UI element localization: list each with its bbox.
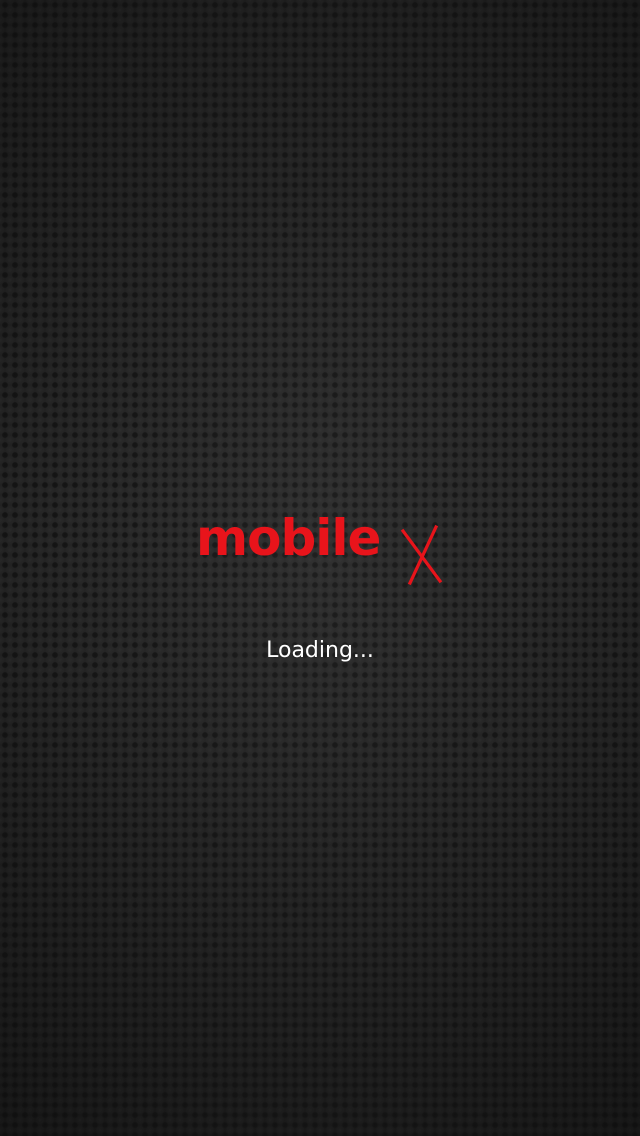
logo-x-mark bbox=[400, 524, 443, 586]
mobilex-logo: mobile bbox=[196, 505, 456, 586]
logo-wordmark: mobile bbox=[196, 509, 381, 567]
splash-screen: mobile Loading... bbox=[0, 0, 640, 1136]
loading-text: Loading... bbox=[266, 638, 374, 663]
